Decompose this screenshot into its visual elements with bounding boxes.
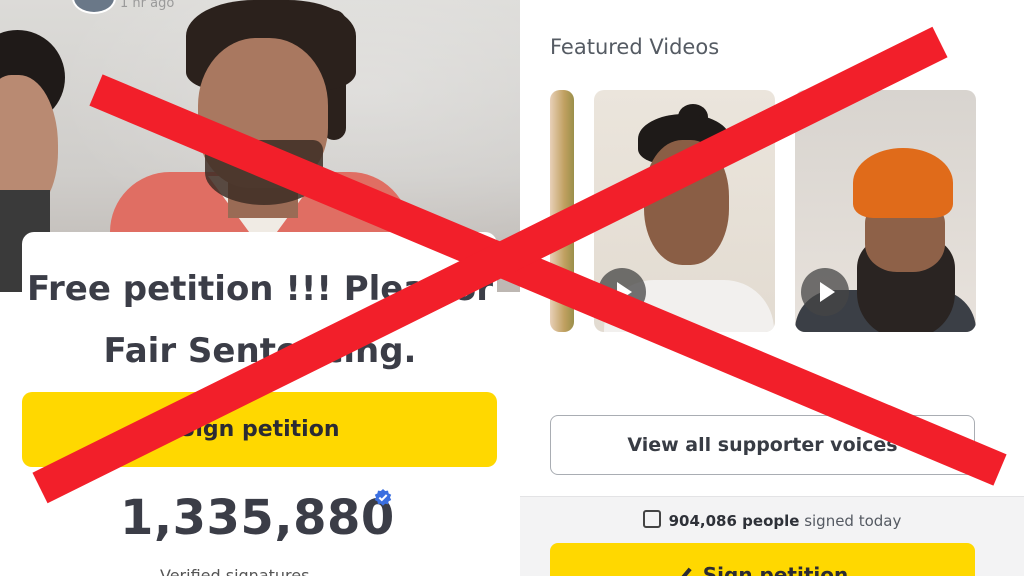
featured-videos-heading: Featured Videos	[550, 35, 720, 59]
play-icon[interactable]	[801, 268, 849, 316]
thumb-2-face	[644, 140, 729, 265]
sign-petition-button[interactable]: Sign petition	[22, 392, 497, 467]
photo-man-beard	[205, 140, 323, 205]
signed-today-suffix: signed today	[799, 512, 902, 530]
sign-petition-sticky-label: Sign petition	[702, 563, 849, 576]
signature-count: 1,335,880	[120, 490, 395, 546]
video-thumbnail-3[interactable]	[795, 90, 976, 332]
post-time: 1 hr ago	[120, 0, 175, 11]
sign-petition-sticky-button[interactable]: Sign petition	[550, 543, 975, 576]
petition-title: Free petition !!! Plea for Fair Sentenci…	[0, 258, 520, 382]
signed-today-line: 904,086 people signed today	[520, 510, 1024, 530]
petition-page-right: Featured Videos View all supporter voice…	[520, 0, 1024, 576]
video-thumbnail-1[interactable]	[550, 90, 574, 332]
petition-page-left: 1 hr ago Free petition !!! Plea for Fair…	[0, 0, 520, 576]
video-thumbnail-2[interactable]	[594, 90, 775, 332]
verified-badge-icon	[374, 489, 392, 506]
petition-title-line-1: Free petition !!! Plea for	[26, 269, 494, 309]
view-supporter-voices-button[interactable]: View all supporter voices	[550, 415, 975, 475]
petition-title-line-2: Fair Sentencing.	[103, 331, 417, 371]
fist-icon	[642, 510, 661, 528]
pencil-icon	[678, 567, 692, 576]
thumb-3-turban	[853, 148, 953, 218]
play-icon[interactable]	[598, 268, 646, 316]
verified-signatures-label: Verified signatures	[160, 566, 310, 576]
signed-today-count: 904,086 people	[668, 512, 800, 530]
